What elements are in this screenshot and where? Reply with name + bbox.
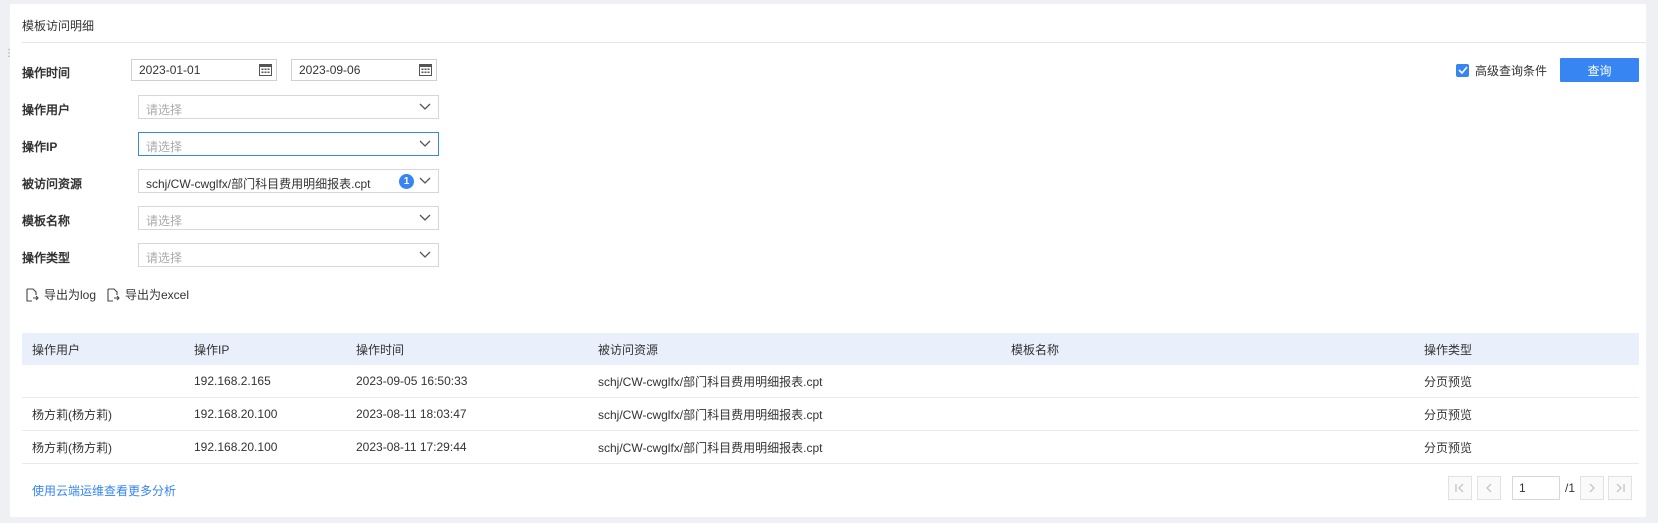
cell-user: 杨方莉(杨方莉) [22, 397, 184, 431]
ip-select[interactable]: 请选择 [138, 132, 439, 156]
checkbox-checked-icon[interactable] [1456, 63, 1469, 77]
column-header-ip[interactable]: 操作IP [184, 333, 346, 365]
table-header-row: 操作用户 操作IP 操作时间 被访问资源 模板名称 操作类型 [22, 333, 1639, 365]
column-header-type[interactable]: 操作类型 [1414, 333, 1639, 365]
access-detail-table: 操作用户 操作IP 操作时间 被访问资源 模板名称 操作类型 192.168.2… [22, 333, 1639, 464]
cell-template [1001, 397, 1414, 431]
column-header-user[interactable]: 操作用户 [22, 333, 184, 365]
template-select-placeholder: 请选择 [146, 214, 183, 228]
page-number-input[interactable]: 1 [1512, 476, 1560, 500]
column-header-template[interactable]: 模板名称 [1001, 333, 1414, 365]
chevron-down-icon [419, 251, 431, 258]
resource-select-value: schj/CW-cwglfx/部门科目费用明细报表.cpt [146, 177, 371, 191]
export-file-icon [107, 287, 120, 302]
prev-page-button[interactable] [1477, 476, 1501, 500]
export-excel-label: 导出为excel [125, 288, 190, 302]
last-page-icon [1616, 483, 1625, 493]
last-page-button[interactable] [1608, 476, 1632, 500]
type-select-placeholder: 请选择 [146, 251, 183, 265]
page-total: /1 [1565, 481, 1576, 495]
column-header-resource[interactable]: 被访问资源 [588, 333, 1001, 365]
query-button[interactable]: 查询 [1560, 58, 1639, 82]
cell-user [22, 365, 184, 398]
cell-ip: 192.168.20.100 [184, 430, 346, 464]
cell-type: 分页预览 [1414, 430, 1639, 464]
type-label: 操作类型 [22, 251, 71, 265]
cell-ip: 192.168.2.165 [184, 365, 346, 398]
export-file-icon [26, 287, 39, 302]
next-page-button[interactable] [1580, 476, 1604, 500]
advanced-query-toggle[interactable]: 高级查询条件 [1456, 60, 1547, 80]
cell-time: 2023-09-05 16:50:33 [346, 365, 588, 398]
user-select[interactable]: 请选择 [138, 95, 439, 119]
date-from-value: 2023-01-01 [139, 63, 201, 77]
ip-select-placeholder: 请选择 [146, 140, 183, 154]
table-row[interactable]: 杨方莉(杨方莉) 192.168.20.100 2023-08-11 18:03… [22, 397, 1639, 431]
time-label: 操作时间 [22, 66, 71, 80]
chevron-down-icon [419, 177, 431, 184]
selection-count-badge: 1 [399, 174, 414, 189]
resource-select[interactable]: schj/CW-cwglfx/部门科目费用明细报表.cpt 1 [138, 169, 439, 193]
chevron-down-icon [419, 103, 431, 110]
cell-type: 分页预览 [1414, 365, 1639, 398]
cell-ip: 192.168.20.100 [184, 397, 346, 431]
cloud-ops-link[interactable]: 使用云端运维查看更多分析 [32, 482, 176, 499]
ip-label: 操作IP [22, 140, 58, 154]
template-label: 模板名称 [22, 214, 71, 228]
chevron-left-icon [1486, 483, 1492, 493]
cell-time: 2023-08-11 17:29:44 [346, 430, 588, 464]
user-label: 操作用户 [22, 103, 71, 117]
type-select[interactable]: 请选择 [138, 243, 439, 267]
chevron-down-icon [419, 140, 431, 147]
first-page-button[interactable] [1448, 476, 1472, 500]
calendar-icon[interactable] [419, 64, 432, 76]
date-to-input[interactable]: 2023-09-06 [291, 59, 437, 81]
template-access-panel: 模板访问明细 操作时间 2023-01-01 - 2023-09-06 操作用户… [10, 4, 1646, 517]
user-select-placeholder: 请选择 [146, 103, 183, 117]
cell-template [1001, 430, 1414, 464]
first-page-icon [1455, 483, 1464, 493]
column-header-time[interactable]: 操作时间 [346, 333, 588, 365]
advanced-query-label: 高级查询条件 [1475, 63, 1548, 78]
cell-template [1001, 365, 1414, 398]
cell-resource: schj/CW-cwglfx/部门科目费用明细报表.cpt [588, 365, 1001, 398]
page-title: 模板访问明细 [22, 19, 95, 33]
date-from-input[interactable]: 2023-01-01 [131, 59, 277, 81]
calendar-icon[interactable] [259, 64, 272, 76]
template-select[interactable]: 请选择 [138, 206, 439, 230]
cell-resource: schj/CW-cwglfx/部门科目费用明细报表.cpt [588, 430, 1001, 464]
title-divider [22, 42, 1646, 43]
table-row[interactable]: 192.168.2.165 2023-09-05 16:50:33 schj/C… [22, 365, 1639, 398]
table-row[interactable]: 杨方莉(杨方莉) 192.168.20.100 2023-08-11 17:29… [22, 430, 1639, 464]
cell-type: 分页预览 [1414, 397, 1639, 431]
resource-label: 被访问资源 [22, 177, 83, 191]
cell-time: 2023-08-11 18:03:47 [346, 397, 588, 431]
export-log-label: 导出为log [44, 288, 97, 302]
cell-user: 杨方莉(杨方莉) [22, 430, 184, 464]
cell-resource: schj/CW-cwglfx/部门科目费用明细报表.cpt [588, 397, 1001, 431]
date-to-value: 2023-09-06 [299, 63, 361, 77]
chevron-right-icon [1589, 483, 1595, 493]
export-excel-button[interactable]: 导出为excel [106, 286, 189, 303]
chevron-down-icon [419, 214, 431, 221]
export-log-button[interactable]: 导出为log [25, 286, 96, 303]
